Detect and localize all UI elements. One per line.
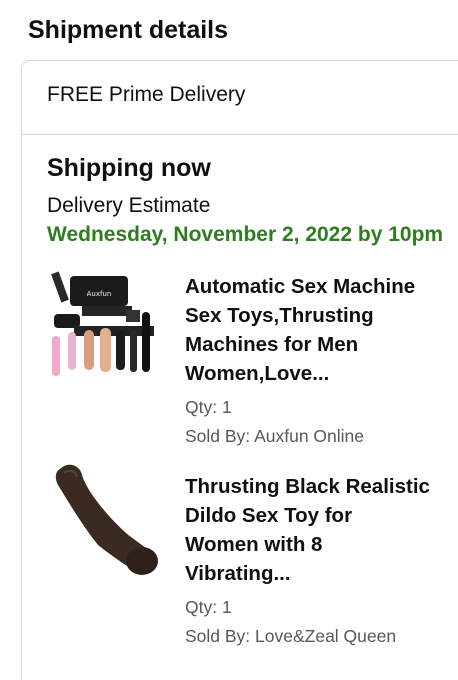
delivery-option-row: FREE Prime Delivery: [22, 61, 458, 135]
shipment-details-page: Shipment details FREE Prime Delivery Shi…: [0, 0, 458, 680]
delivery-estimate-date: Wednesday, November 2, 2022 by 10pm: [47, 223, 444, 246]
item-info: Thrusting Black Realistic Dildo Sex Toy …: [185, 472, 455, 647]
svg-text:Auxfun: Auxfun: [87, 290, 112, 298]
product-image-machine[interactable]: Auxfun: [46, 266, 162, 382]
item-seller: Sold By: Auxfun Online: [185, 426, 364, 446]
item-title[interactable]: Automatic Sex Machine Sex Toys,Thrusting…: [185, 272, 455, 388]
item-title[interactable]: Thrusting Black Realistic Dildo Sex Toy …: [185, 472, 455, 588]
item-info: Automatic Sex Machine Sex Toys,Thrusting…: [185, 272, 455, 447]
product-image-toy[interactable]: [46, 461, 162, 577]
shipping-status-heading: Shipping now: [47, 154, 211, 182]
delivery-option-label: FREE Prime Delivery: [47, 83, 246, 106]
shipment-card: FREE Prime Delivery Shipping now Deliver…: [21, 60, 458, 680]
delivery-estimate-label: Delivery Estimate: [47, 194, 211, 217]
item-quantity: Qty: 1: [185, 597, 232, 617]
section-title: Shipment details: [28, 16, 229, 44]
item-seller: Sold By: Love&Zeal Queen: [185, 626, 397, 646]
item-quantity: Qty: 1: [185, 397, 232, 417]
